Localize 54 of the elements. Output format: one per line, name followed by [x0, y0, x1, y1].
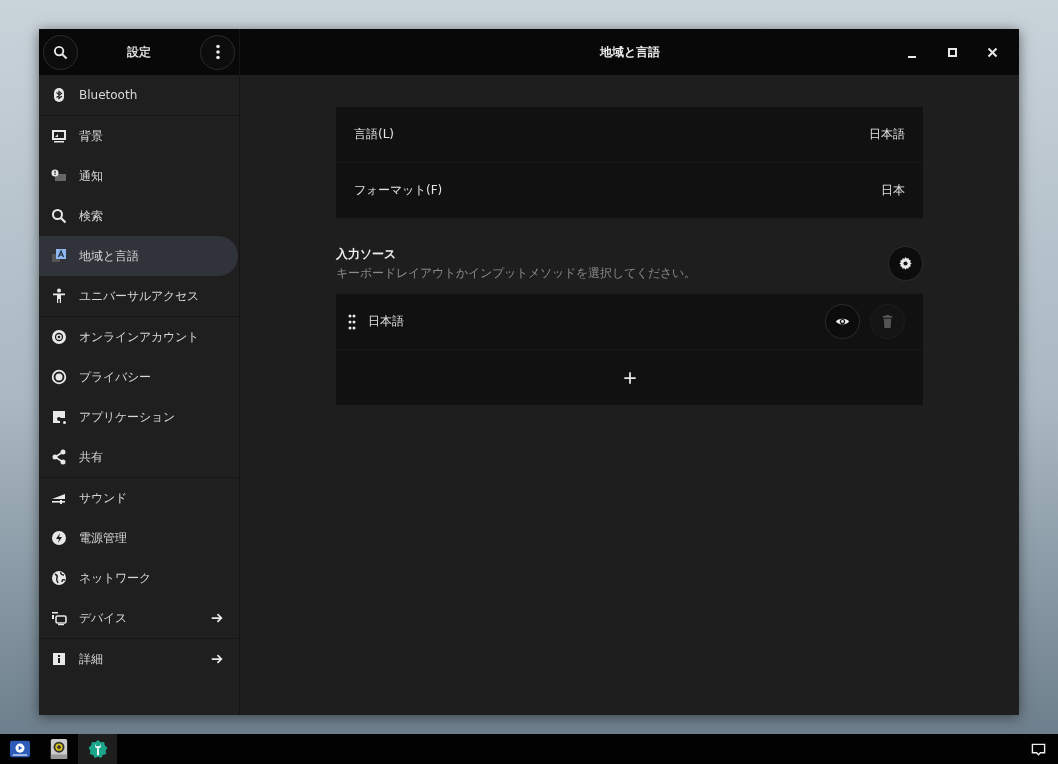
- settings-row[interactable]: フォーマット(F) 日本: [336, 163, 923, 218]
- sidebar-item[interactable]: 検索: [39, 196, 238, 236]
- video-player-icon: [9, 739, 30, 759]
- sidebar-item[interactable]: ネットワーク: [39, 558, 238, 598]
- sidebar-item[interactable]: ユニバーサルアクセス: [39, 276, 238, 316]
- gear-icon: [898, 256, 913, 271]
- preview-button[interactable]: [825, 304, 860, 339]
- search-icon: [53, 44, 68, 60]
- search-button[interactable]: [43, 34, 78, 70]
- sidebar-item[interactable]: Bluetooth: [39, 75, 238, 115]
- sidebar-item[interactable]: 共有: [39, 437, 238, 477]
- sidebar-item[interactable]: サウンド: [39, 478, 238, 518]
- sidebar-item[interactable]: デバイス: [39, 598, 238, 638]
- devices-icon: [51, 610, 67, 626]
- app-grid-icon: [51, 409, 67, 425]
- sidebar-item[interactable]: 背景: [39, 116, 238, 156]
- window-title: 地域と言語: [599, 43, 660, 61]
- sidebar-item[interactable]: 地域と言語: [39, 236, 238, 276]
- target-icon: [51, 369, 67, 385]
- bluetooth-icon: [51, 87, 67, 103]
- chat-icon: [1031, 741, 1046, 757]
- info-icon: [51, 651, 67, 667]
- notification-icon: [51, 168, 67, 184]
- language-icon: [51, 248, 67, 264]
- input-source-row: 日本語: [336, 294, 923, 350]
- section-description: キーボードレイアウトかインプットメソッドを選択してください。: [336, 266, 696, 281]
- sidebar-item[interactable]: 詳細: [39, 639, 238, 679]
- plus-icon: [622, 370, 637, 385]
- sidebar-item[interactable]: プライバシー: [39, 357, 238, 397]
- minimize-icon: [908, 56, 916, 58]
- trash-icon: [880, 314, 895, 329]
- menu-icon: [215, 44, 220, 60]
- wrench-icon: [87, 739, 108, 759]
- sidebar-item[interactable]: オンラインアカウント: [39, 317, 238, 357]
- sidebar-title: 設定: [127, 43, 151, 61]
- sidebar-item[interactable]: アプリケーション: [39, 397, 238, 437]
- section-title: 入力ソース: [336, 246, 397, 263]
- maximize-icon: [945, 45, 959, 59]
- drag-handle-icon[interactable]: [348, 313, 356, 330]
- speaker-icon: [48, 739, 69, 759]
- menu-button[interactable]: [200, 34, 235, 70]
- search-icon: [51, 208, 67, 224]
- settings-row[interactable]: 言語(L) 日本語: [336, 107, 923, 163]
- taskbar-app[interactable]: [78, 734, 117, 764]
- at-sign-icon: [51, 329, 67, 345]
- monitor-icon: [51, 128, 67, 144]
- power-icon: [51, 530, 67, 546]
- sidebar-item[interactable]: 通知: [39, 156, 238, 196]
- close-icon: [985, 45, 999, 59]
- sidebar-item[interactable]: 電源管理: [39, 518, 238, 558]
- globe-icon: [51, 570, 67, 586]
- share-icon: [51, 449, 67, 465]
- settings-button[interactable]: [888, 246, 923, 281]
- person-icon: [51, 288, 67, 304]
